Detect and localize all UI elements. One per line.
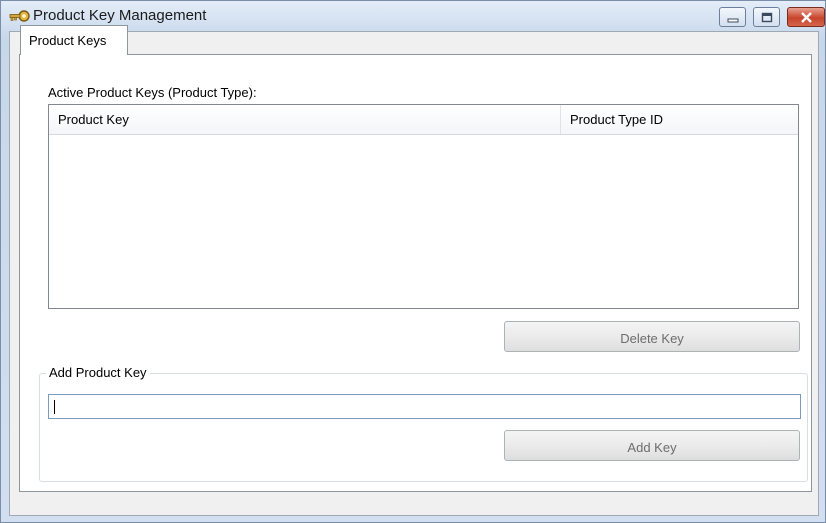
tab-product-keys[interactable]: Product Keys: [20, 25, 128, 55]
column-header-label: Product Key: [58, 112, 129, 127]
column-header-product-type-id[interactable]: Product Type ID: [561, 105, 798, 134]
group-legend: Add Product Key: [46, 365, 150, 380]
add-product-key-group: [39, 373, 808, 482]
close-icon: [801, 12, 812, 23]
maximize-icon: [761, 12, 773, 23]
close-button[interactable]: [787, 7, 825, 27]
list-header: Product Key Product Type ID: [49, 105, 798, 135]
add-key-button[interactable]: Add Key: [504, 430, 800, 461]
active-keys-label: Active Product Keys (Product Type):: [48, 85, 257, 100]
column-header-label: Product Type ID: [570, 112, 663, 127]
button-label: Add Key: [627, 440, 677, 455]
maximize-button[interactable]: [753, 7, 780, 27]
product-key-input[interactable]: [48, 394, 801, 419]
text-caret: [54, 400, 55, 414]
minimize-button[interactable]: [719, 7, 746, 27]
minimize-icon: [727, 18, 739, 23]
delete-key-button[interactable]: Delete Key: [504, 321, 800, 352]
button-label: Delete Key: [620, 331, 684, 346]
app-window: Product Key Management Product Keys Acti…: [0, 0, 826, 523]
column-header-product-key[interactable]: Product Key: [49, 105, 561, 134]
tab-label: Product Keys: [29, 33, 107, 48]
window-title: Product Key Management: [33, 7, 207, 24]
key-icon: [9, 9, 31, 23]
product-keys-list[interactable]: Product Key Product Type ID: [48, 104, 799, 309]
